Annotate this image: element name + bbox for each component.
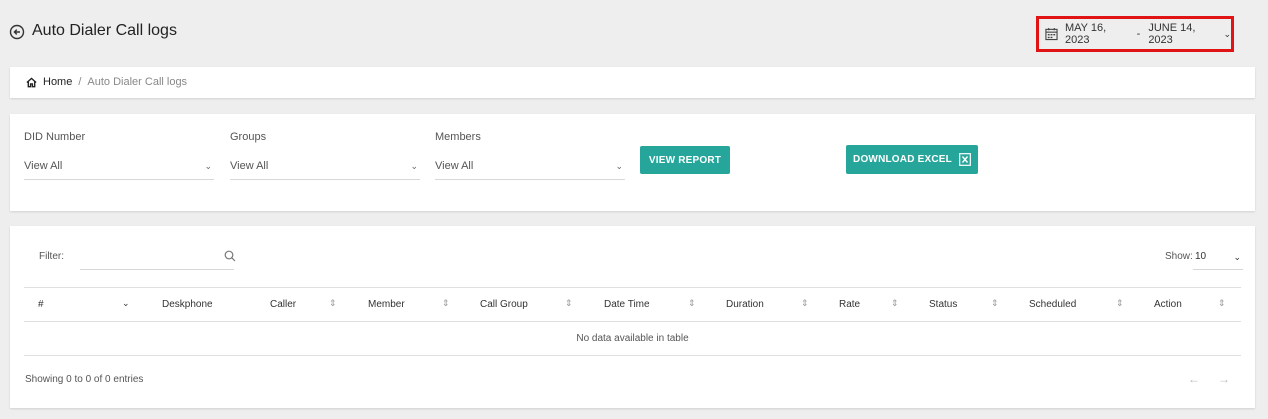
view-report-button[interactable]: VIEW REPORT xyxy=(640,146,730,174)
page-size-select[interactable]: 10 ⌄ xyxy=(1193,244,1243,270)
column-header[interactable]: Rate xyxy=(839,299,860,310)
excel-file-icon xyxy=(959,153,971,166)
column-header[interactable]: Call Group xyxy=(480,299,528,310)
breadcrumb: Home / Auto Dialer Call logs xyxy=(26,76,187,88)
members-select[interactable]: View All ⌄ xyxy=(435,155,625,180)
groups-field: Groups View All ⌄ xyxy=(230,131,420,180)
page-size-value: 10 xyxy=(1195,251,1207,262)
chevron-down-icon: ⌄ xyxy=(204,161,212,171)
show-label: Show: xyxy=(1165,251,1193,262)
date-from: MAY 16, 2023 xyxy=(1064,22,1107,46)
search-icon xyxy=(224,250,236,262)
groups-value: View All xyxy=(230,160,269,172)
members-label: Members xyxy=(435,131,481,143)
members-value: View All xyxy=(435,160,474,172)
did-number-select[interactable]: View All ⌄ xyxy=(24,155,214,180)
date-separator: - xyxy=(1136,28,1141,40)
breadcrumb-separator: / xyxy=(78,76,82,88)
chevron-down-icon: ⌄ xyxy=(1233,252,1241,262)
arrow-right-icon[interactable]: → xyxy=(1218,372,1230,386)
back-arrow-icon[interactable] xyxy=(9,24,25,40)
groups-select[interactable]: View All ⌄ xyxy=(230,155,420,180)
column-header[interactable]: Date Time xyxy=(604,299,650,310)
sort-icon[interactable]: ⇕ xyxy=(329,298,337,309)
chevron-down-icon: ⌄ xyxy=(1223,28,1231,39)
column-header[interactable]: # xyxy=(38,299,44,310)
sort-icon[interactable]: ⇕ xyxy=(801,298,809,309)
calendar-icon xyxy=(1045,27,1058,41)
filter-input[interactable] xyxy=(80,244,234,270)
date-to: JUNE 14, 2023 xyxy=(1148,22,1196,46)
sort-desc-icon[interactable]: ⌄ xyxy=(122,298,130,309)
filter-label: Filter: xyxy=(39,251,64,262)
page-title: Auto Dialer Call logs xyxy=(32,22,177,39)
members-field: Members View All ⌄ xyxy=(435,131,625,180)
chevron-down-icon: ⌄ xyxy=(410,161,418,171)
download-excel-label: DOWNLOAD EXCEL xyxy=(853,154,952,165)
table-header: # ⌄ Deskphone Caller ⇕ Member ⇕ Call Gro… xyxy=(24,287,1241,322)
did-number-value: View All xyxy=(24,160,63,172)
sort-icon[interactable]: ⇕ xyxy=(688,298,696,309)
empty-table-message: No data available in table xyxy=(24,322,1241,356)
sort-icon[interactable]: ⇕ xyxy=(991,298,999,309)
groups-label: Groups xyxy=(230,131,267,143)
did-number-label: DID Number xyxy=(24,131,86,143)
column-header[interactable]: Deskphone xyxy=(162,299,213,310)
breadcrumb-current: Auto Dialer Call logs xyxy=(87,76,188,88)
table-info: Showing 0 to 0 of 0 entries xyxy=(25,374,144,385)
table-card: Filter: Show: 10 ⌄ # ⌄ Deskphone Caller … xyxy=(10,226,1255,408)
home-icon[interactable] xyxy=(26,76,37,88)
did-number-field: DID Number View All ⌄ xyxy=(24,131,214,180)
sort-icon[interactable]: ⇕ xyxy=(1218,298,1226,309)
sort-icon[interactable]: ⇕ xyxy=(1116,298,1124,309)
page-header: Auto Dialer Call logs MAY 16, 2023 - JUN… xyxy=(0,0,1268,65)
column-header[interactable]: Member xyxy=(368,299,405,310)
column-header[interactable]: Duration xyxy=(726,299,764,310)
arrow-left-icon[interactable]: ← xyxy=(1188,372,1200,386)
column-header[interactable]: Action xyxy=(1154,299,1182,310)
sort-icon[interactable]: ⇕ xyxy=(891,298,899,309)
column-header[interactable]: Status xyxy=(929,299,957,310)
breadcrumb-card: Home / Auto Dialer Call logs xyxy=(10,67,1255,98)
column-header[interactable]: Caller xyxy=(270,299,296,310)
sort-icon[interactable]: ⇕ xyxy=(442,298,450,309)
chevron-down-icon: ⌄ xyxy=(615,161,623,171)
column-header[interactable]: Scheduled xyxy=(1029,299,1076,310)
filter-card: DID Number View All ⌄ Groups View All ⌄ … xyxy=(10,114,1255,211)
sort-icon[interactable]: ⇕ xyxy=(565,298,573,309)
download-excel-button[interactable]: DOWNLOAD EXCEL xyxy=(846,145,978,174)
date-range-picker[interactable]: MAY 16, 2023 - JUNE 14, 2023 ⌄ xyxy=(1036,16,1234,52)
breadcrumb-home-link[interactable]: Home xyxy=(43,76,72,88)
